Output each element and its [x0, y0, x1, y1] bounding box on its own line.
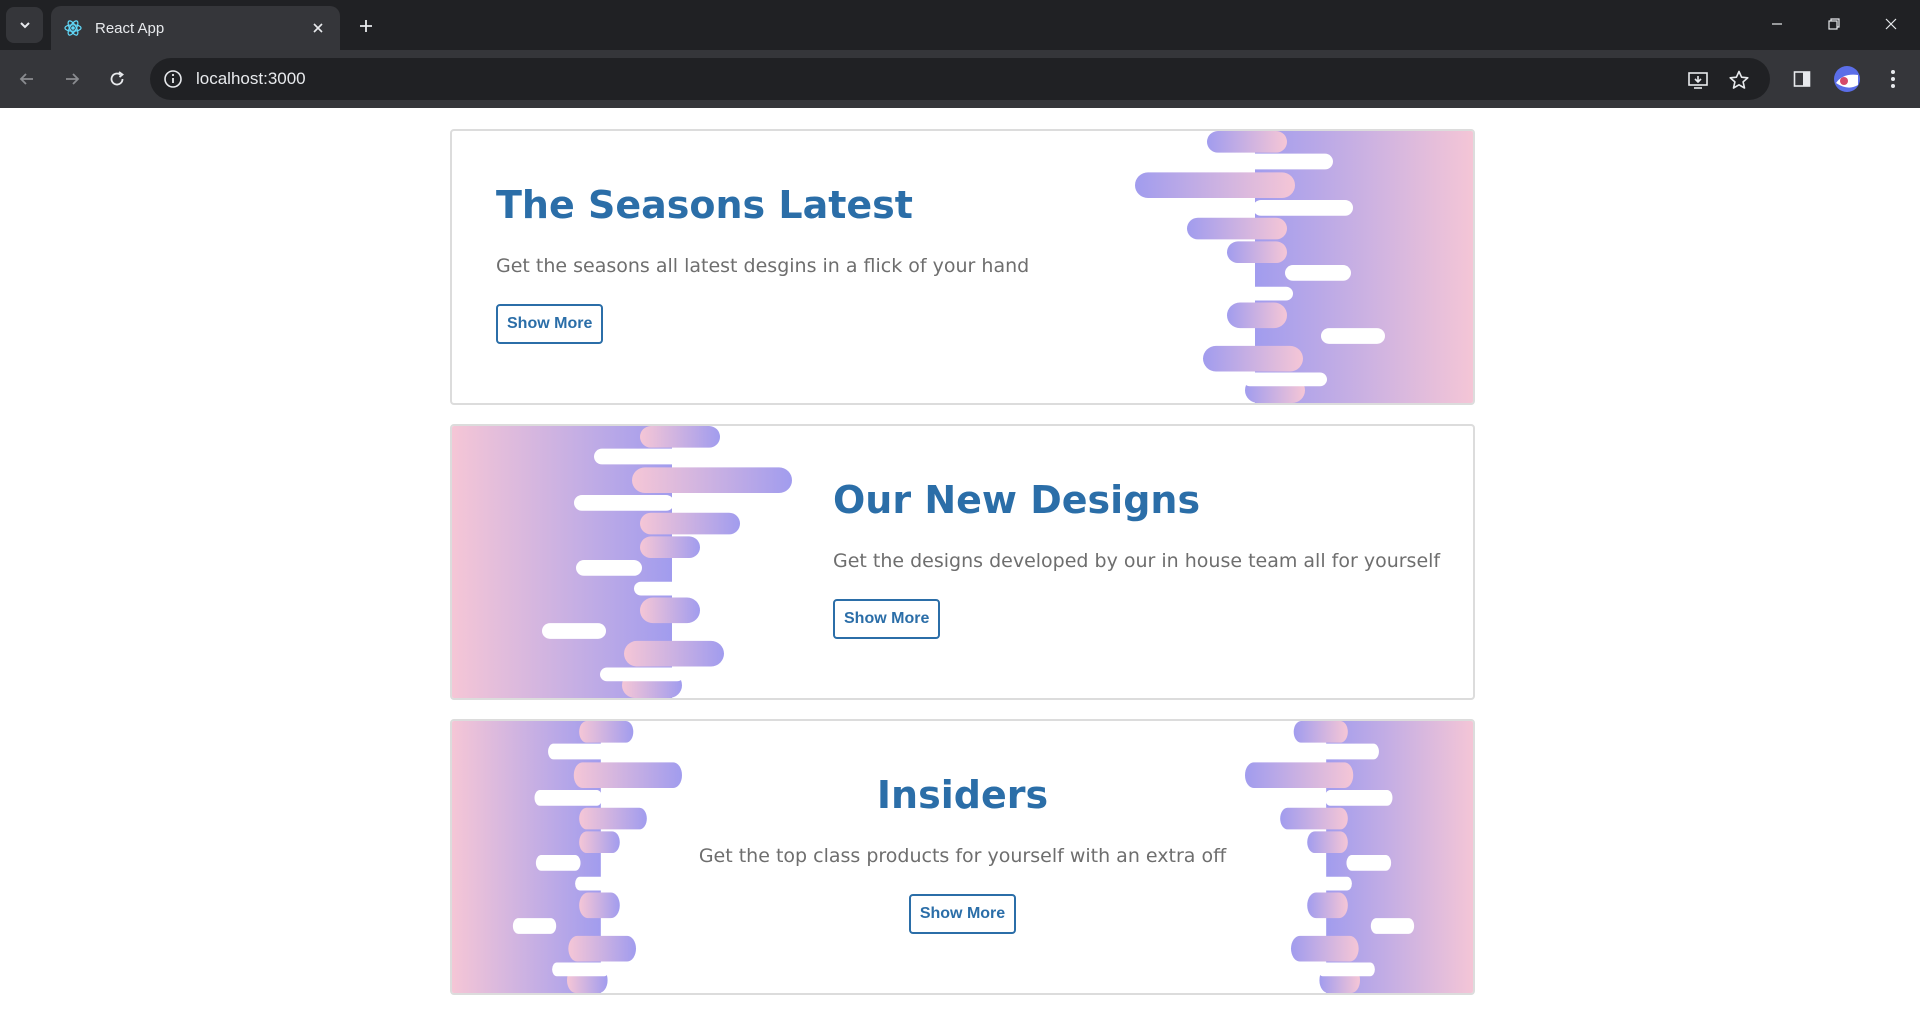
- new-tab-button[interactable]: [352, 12, 380, 40]
- page-content: The Seasons Latest Get the seasons all l…: [0, 108, 1920, 1020]
- back-icon: [19, 73, 33, 85]
- card-description: Get the seasons all latest desgins in a …: [496, 255, 1030, 277]
- show-more-button[interactable]: Show More: [908, 894, 1017, 934]
- tab-bar: React App: [0, 0, 1920, 50]
- card-title: Insiders: [876, 773, 1049, 817]
- browser-toolbar: localhost:3000: [0, 50, 1920, 108]
- close-window-button[interactable]: [1868, 8, 1914, 40]
- bookmark-button[interactable]: [1727, 68, 1751, 92]
- card-seasons-latest: The Seasons Latest Get the seasons all l…: [450, 129, 1475, 405]
- menu-icon: [1891, 70, 1895, 88]
- card-insiders: Insiders Get the top class products for …: [450, 719, 1475, 995]
- card-decoration: [452, 426, 792, 698]
- address-bar[interactable]: localhost:3000: [150, 58, 1770, 100]
- card-text: The Seasons Latest Get the seasons all l…: [496, 183, 1029, 344]
- close-icon: [313, 23, 323, 33]
- show-more-button[interactable]: Show More: [496, 304, 604, 344]
- tab-close-button[interactable]: [308, 18, 328, 38]
- minimize-button[interactable]: [1754, 8, 1800, 40]
- restore-icon: [1828, 18, 1840, 30]
- forward-icon: [66, 73, 80, 85]
- card-text: Insiders Get the top class products for …: [452, 773, 1473, 934]
- url-text[interactable]: localhost:3000: [196, 69, 306, 89]
- reload-button[interactable]: [101, 63, 133, 95]
- info-icon[interactable]: [162, 68, 184, 90]
- forward-button[interactable]: [56, 63, 88, 95]
- install-app-button[interactable]: [1686, 68, 1710, 92]
- card-decoration: [1135, 131, 1473, 403]
- tab-search-button[interactable]: [6, 7, 43, 43]
- card-title: Our New Designs: [833, 478, 1201, 522]
- card-description: Get the top class products for yourself …: [698, 845, 1227, 867]
- reload-icon: [110, 71, 124, 86]
- star-icon: [1729, 70, 1749, 89]
- install-icon: [1688, 72, 1708, 89]
- card-text: Our New Designs Get the designs develope…: [833, 478, 1440, 639]
- tab-title: React App: [95, 19, 165, 37]
- side-panel-button[interactable]: [1786, 63, 1818, 95]
- minimize-icon: [1772, 23, 1782, 25]
- show-more-button[interactable]: Show More: [833, 599, 941, 639]
- close-window-icon: [1885, 18, 1897, 30]
- avatar-icon: [1834, 66, 1860, 92]
- plus-icon: [360, 20, 372, 32]
- profile-button[interactable]: [1831, 63, 1863, 95]
- chevron-down-icon: [19, 22, 30, 29]
- card-new-designs: Our New Designs Get the designs develope…: [450, 424, 1475, 700]
- browser-tab[interactable]: React App: [51, 6, 340, 50]
- back-button[interactable]: [11, 63, 43, 95]
- react-favicon-icon: [64, 20, 82, 36]
- sidepanel-icon: [1793, 71, 1811, 87]
- menu-button[interactable]: [1877, 63, 1909, 95]
- card-title: The Seasons Latest: [496, 183, 913, 227]
- card-description: Get the designs developed by our in hous…: [833, 550, 1441, 572]
- restore-button[interactable]: [1811, 8, 1857, 40]
